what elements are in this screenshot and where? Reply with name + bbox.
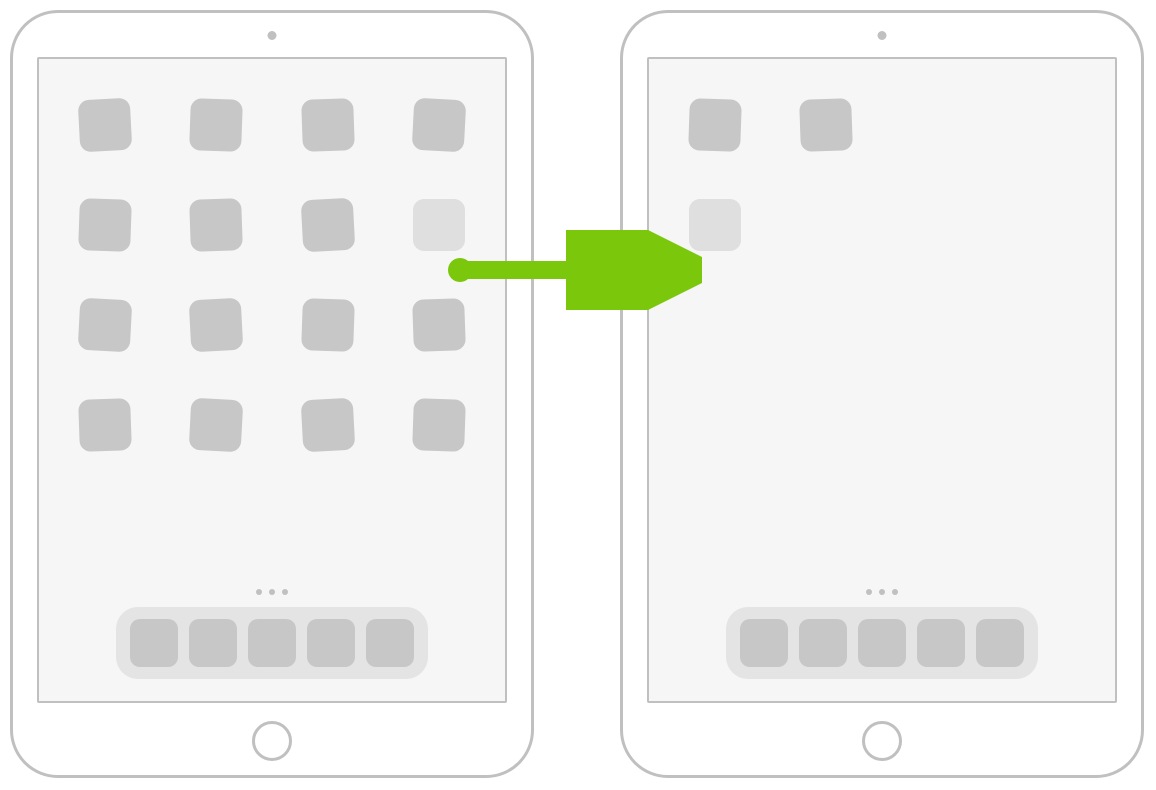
page-dot xyxy=(282,589,288,595)
page-dot xyxy=(269,589,275,595)
dock-app-icon[interactable] xyxy=(248,619,296,667)
dock-right[interactable] xyxy=(726,607,1038,679)
dock-app-icon[interactable] xyxy=(858,619,906,667)
home-button[interactable] xyxy=(862,721,902,761)
app-icon[interactable] xyxy=(300,198,355,253)
dock-app-icon[interactable] xyxy=(366,619,414,667)
home-button[interactable] xyxy=(252,721,292,761)
front-camera-icon xyxy=(878,31,887,40)
app-icon[interactable] xyxy=(78,98,133,153)
page-indicator-left[interactable] xyxy=(256,589,288,595)
app-icon[interactable] xyxy=(78,198,132,252)
page-dot xyxy=(879,589,885,595)
dock-left[interactable] xyxy=(116,607,428,679)
dock-app-icon[interactable] xyxy=(307,619,355,667)
dock-app-icon[interactable] xyxy=(130,619,178,667)
page-dot xyxy=(256,589,262,595)
home-screen-right[interactable] xyxy=(647,57,1117,703)
app-grid-right xyxy=(689,99,1075,251)
dock-app-icon[interactable] xyxy=(917,619,965,667)
app-icon[interactable] xyxy=(301,298,355,352)
app-icon[interactable] xyxy=(78,298,133,353)
app-icon[interactable] xyxy=(189,298,244,353)
app-icon[interactable] xyxy=(412,98,467,153)
dock-app-icon[interactable] xyxy=(189,619,237,667)
app-icon[interactable] xyxy=(301,98,355,152)
app-icon[interactable] xyxy=(412,398,466,452)
app-icon[interactable] xyxy=(688,98,742,152)
app-icon[interactable] xyxy=(300,398,355,453)
app-icon[interactable] xyxy=(189,198,243,252)
app-grid-left xyxy=(79,99,465,451)
page-dot xyxy=(866,589,872,595)
tablet-right xyxy=(620,10,1144,778)
front-camera-icon xyxy=(268,31,277,40)
dock-app-icon[interactable] xyxy=(976,619,1024,667)
home-screen-left[interactable] xyxy=(37,57,507,703)
dock-app-icon[interactable] xyxy=(799,619,847,667)
app-icon[interactable] xyxy=(799,98,853,152)
page-dot xyxy=(892,589,898,595)
app-icon[interactable] xyxy=(78,398,132,452)
app-icon[interactable] xyxy=(189,98,243,152)
dock-app-icon[interactable] xyxy=(740,619,788,667)
page-indicator-right[interactable] xyxy=(866,589,898,595)
drag-arrow-icon xyxy=(442,230,702,310)
tablet-left xyxy=(10,10,534,778)
app-icon[interactable] xyxy=(189,398,244,453)
